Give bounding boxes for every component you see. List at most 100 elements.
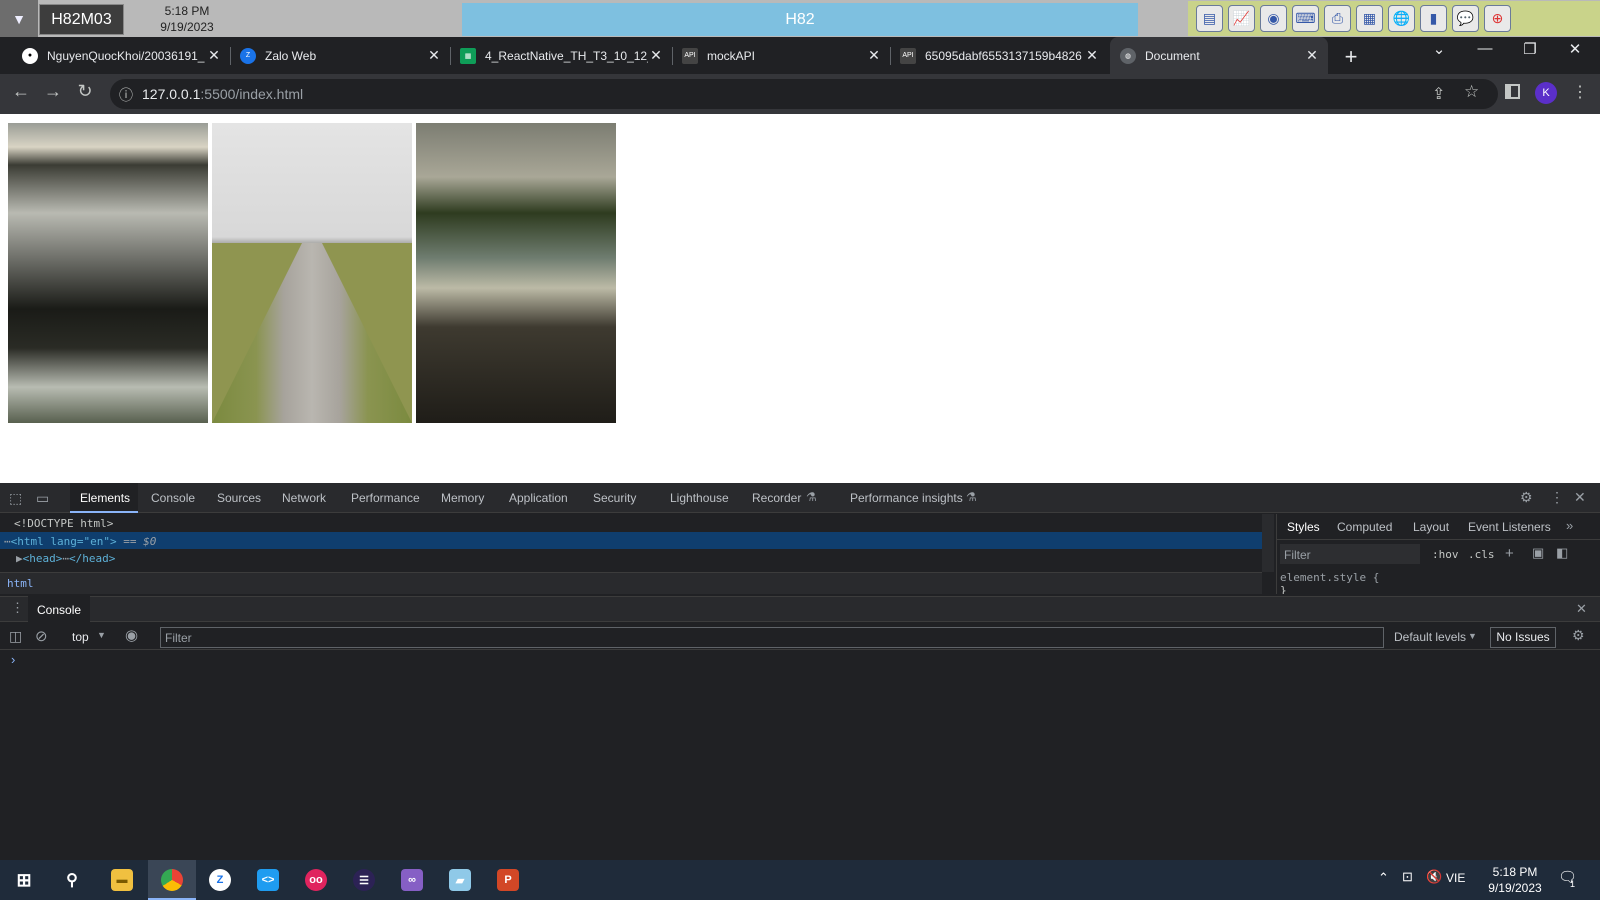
eye-icon[interactable]: ◉: [125, 626, 138, 644]
window-icon[interactable]: ▦: [1356, 5, 1383, 32]
ellipsis-icon[interactable]: ⋯: [62, 552, 69, 565]
tab-sources[interactable]: Sources: [217, 491, 261, 505]
close-drawer-icon[interactable]: ✕: [1576, 601, 1587, 617]
info-icon[interactable]: ⓘ: [119, 85, 133, 105]
taskbar-app-red[interactable]: oo: [292, 860, 340, 900]
close-window-button[interactable]: ✕: [1560, 40, 1590, 58]
book-icon[interactable]: ▮: [1420, 5, 1447, 32]
close-icon[interactable]: ✕: [426, 47, 442, 64]
language-indicator[interactable]: VIE: [1446, 871, 1465, 885]
network-icon[interactable]: ⊡: [1402, 869, 1413, 885]
tab-network[interactable]: Network: [282, 491, 326, 505]
tab-zalo[interactable]: Z Zalo Web ✕: [230, 37, 451, 74]
gear-icon[interactable]: ⚙: [1572, 627, 1585, 644]
disc-icon[interactable]: ◉: [1260, 5, 1287, 32]
breadcrumb-html[interactable]: html: [7, 577, 34, 590]
drawer-menu-icon[interactable]: ⋮: [11, 600, 24, 616]
close-icon[interactable]: ✕: [1084, 47, 1100, 64]
tab-styles[interactable]: Styles: [1287, 520, 1320, 534]
gear-icon[interactable]: ⚙: [1520, 489, 1533, 506]
log-levels-select[interactable]: Default levels: [1394, 630, 1466, 644]
globe-icon[interactable]: 🌐: [1388, 5, 1415, 32]
paint-icon[interactable]: ▣: [1532, 545, 1544, 561]
close-icon[interactable]: ✕: [1574, 489, 1586, 506]
plus-icon[interactable]: +: [1505, 545, 1514, 562]
chat-icon[interactable]: 💬: [1452, 5, 1479, 32]
taskbar-zalo-app[interactable]: Z: [196, 860, 244, 900]
new-tab-button[interactable]: +: [1339, 44, 1363, 70]
tab-search-button[interactable]: ⌄: [1424, 40, 1454, 58]
tab-memory[interactable]: Memory: [441, 491, 484, 505]
tab-layout[interactable]: Layout: [1413, 520, 1449, 534]
clear-console-icon[interactable]: ⊘: [35, 627, 48, 645]
tab-elements[interactable]: Elements: [80, 491, 130, 505]
tab-application[interactable]: Application: [509, 491, 568, 505]
volume-muted-icon[interactable]: 🔇: [1426, 869, 1442, 885]
omnibox[interactable]: [110, 79, 1498, 109]
element-style-rule[interactable]: element.style {: [1280, 571, 1379, 584]
console-prompt-icon[interactable]: ›: [11, 652, 15, 667]
tab-github[interactable]: ● NguyenQuocKhoi/20036191_ ✕: [12, 37, 231, 74]
profile-avatar[interactable]: K: [1535, 82, 1557, 104]
reload-button[interactable]: ↻: [72, 81, 98, 102]
printer-icon[interactable]: ⎙: [1324, 5, 1351, 32]
share-icon[interactable]: ⇪: [1432, 84, 1445, 104]
context-selector[interactable]: top: [72, 630, 89, 644]
tab-console[interactable]: Console: [151, 491, 195, 505]
lifebuoy-icon[interactable]: ⊕: [1484, 5, 1511, 32]
sidebar-toggle-icon[interactable]: ◫: [9, 628, 22, 645]
side-panel-icon[interactable]: [1505, 84, 1520, 99]
dom-head-node[interactable]: ▶<head>⋯</head>: [16, 552, 115, 565]
start-button[interactable]: ⊞: [0, 860, 48, 900]
keyboard-icon[interactable]: ⌨: [1292, 5, 1319, 32]
url-text[interactable]: 127.0.0.1:5500/index.html: [142, 86, 303, 102]
dom-doctype[interactable]: <!DOCTYPE html>: [14, 517, 113, 530]
cls-toggle[interactable]: .cls: [1468, 548, 1495, 561]
taskbar-visual-studio[interactable]: ∞: [388, 860, 436, 900]
star-icon[interactable]: ☆: [1464, 82, 1479, 102]
taskbar-vscode[interactable]: <>: [244, 860, 292, 900]
tab-sheets[interactable]: ▦ 4_ReactNative_TH_T3_10_12_ ✕: [450, 37, 673, 74]
tab-performance[interactable]: Performance: [351, 491, 420, 505]
tab-event-listeners[interactable]: Event Listeners: [1468, 520, 1551, 534]
console-filter-input[interactable]: [160, 627, 1384, 648]
tab-performance-insights[interactable]: Performance insights: [850, 491, 963, 505]
taskbar-powerpoint[interactable]: P: [484, 860, 532, 900]
taskbar-clock[interactable]: 5:18 PM 9/19/2023: [1468, 864, 1562, 896]
tab-recorder[interactable]: Recorder: [752, 491, 801, 505]
forward-button[interactable]: →: [40, 81, 66, 102]
kebab-menu-icon[interactable]: ⋮: [1572, 82, 1588, 102]
inspect-icon[interactable]: ⬚: [9, 490, 22, 507]
tab-mockapi-2[interactable]: API 65095dabf6553137159b4826 ✕: [890, 37, 1108, 74]
close-icon[interactable]: ✕: [648, 47, 664, 64]
chevron-up-icon[interactable]: ⌃: [1378, 870, 1389, 886]
device-toolbar-icon[interactable]: ▭: [36, 490, 49, 507]
tab-document[interactable]: ◍ Document ✕: [1110, 37, 1328, 74]
chart-icon[interactable]: 📈: [1228, 5, 1255, 32]
more-tabs-icon[interactable]: »: [1566, 518, 1573, 533]
search-button[interactable]: ⚲: [48, 860, 96, 900]
taskbar-app-blue[interactable]: ▰: [436, 860, 484, 900]
close-icon[interactable]: ✕: [1304, 47, 1320, 64]
kebab-menu-icon[interactable]: ⋮: [1550, 489, 1564, 506]
taskbar-eclipse[interactable]: ☰: [340, 860, 388, 900]
server-icon[interactable]: ▤: [1196, 5, 1223, 32]
remote-menu-button[interactable]: ▼: [0, 0, 38, 37]
back-button[interactable]: ←: [8, 81, 34, 102]
dom-html-node[interactable]: ⋯<html lang="en"> == $0: [4, 535, 156, 548]
tab-lighthouse[interactable]: Lighthouse: [670, 491, 729, 505]
dom-scrollbar[interactable]: [1262, 514, 1274, 572]
taskbar-file-explorer[interactable]: ▬: [98, 860, 146, 900]
restore-button[interactable]: ❐: [1515, 40, 1545, 58]
triangle-right-icon[interactable]: ▶: [16, 552, 23, 565]
hov-toggle[interactable]: :hov: [1432, 548, 1459, 561]
issues-button[interactable]: No Issues: [1490, 627, 1556, 648]
close-icon[interactable]: ✕: [866, 47, 882, 64]
tab-security[interactable]: Security: [593, 491, 636, 505]
tab-computed[interactable]: Computed: [1337, 520, 1392, 534]
taskbar-chrome[interactable]: [148, 860, 196, 900]
tab-mockapi[interactable]: API mockAPI ✕: [672, 37, 891, 74]
sidebar-toggle-icon[interactable]: ◧: [1556, 545, 1568, 561]
close-icon[interactable]: ✕: [206, 47, 222, 64]
minimize-button[interactable]: —: [1470, 40, 1500, 57]
